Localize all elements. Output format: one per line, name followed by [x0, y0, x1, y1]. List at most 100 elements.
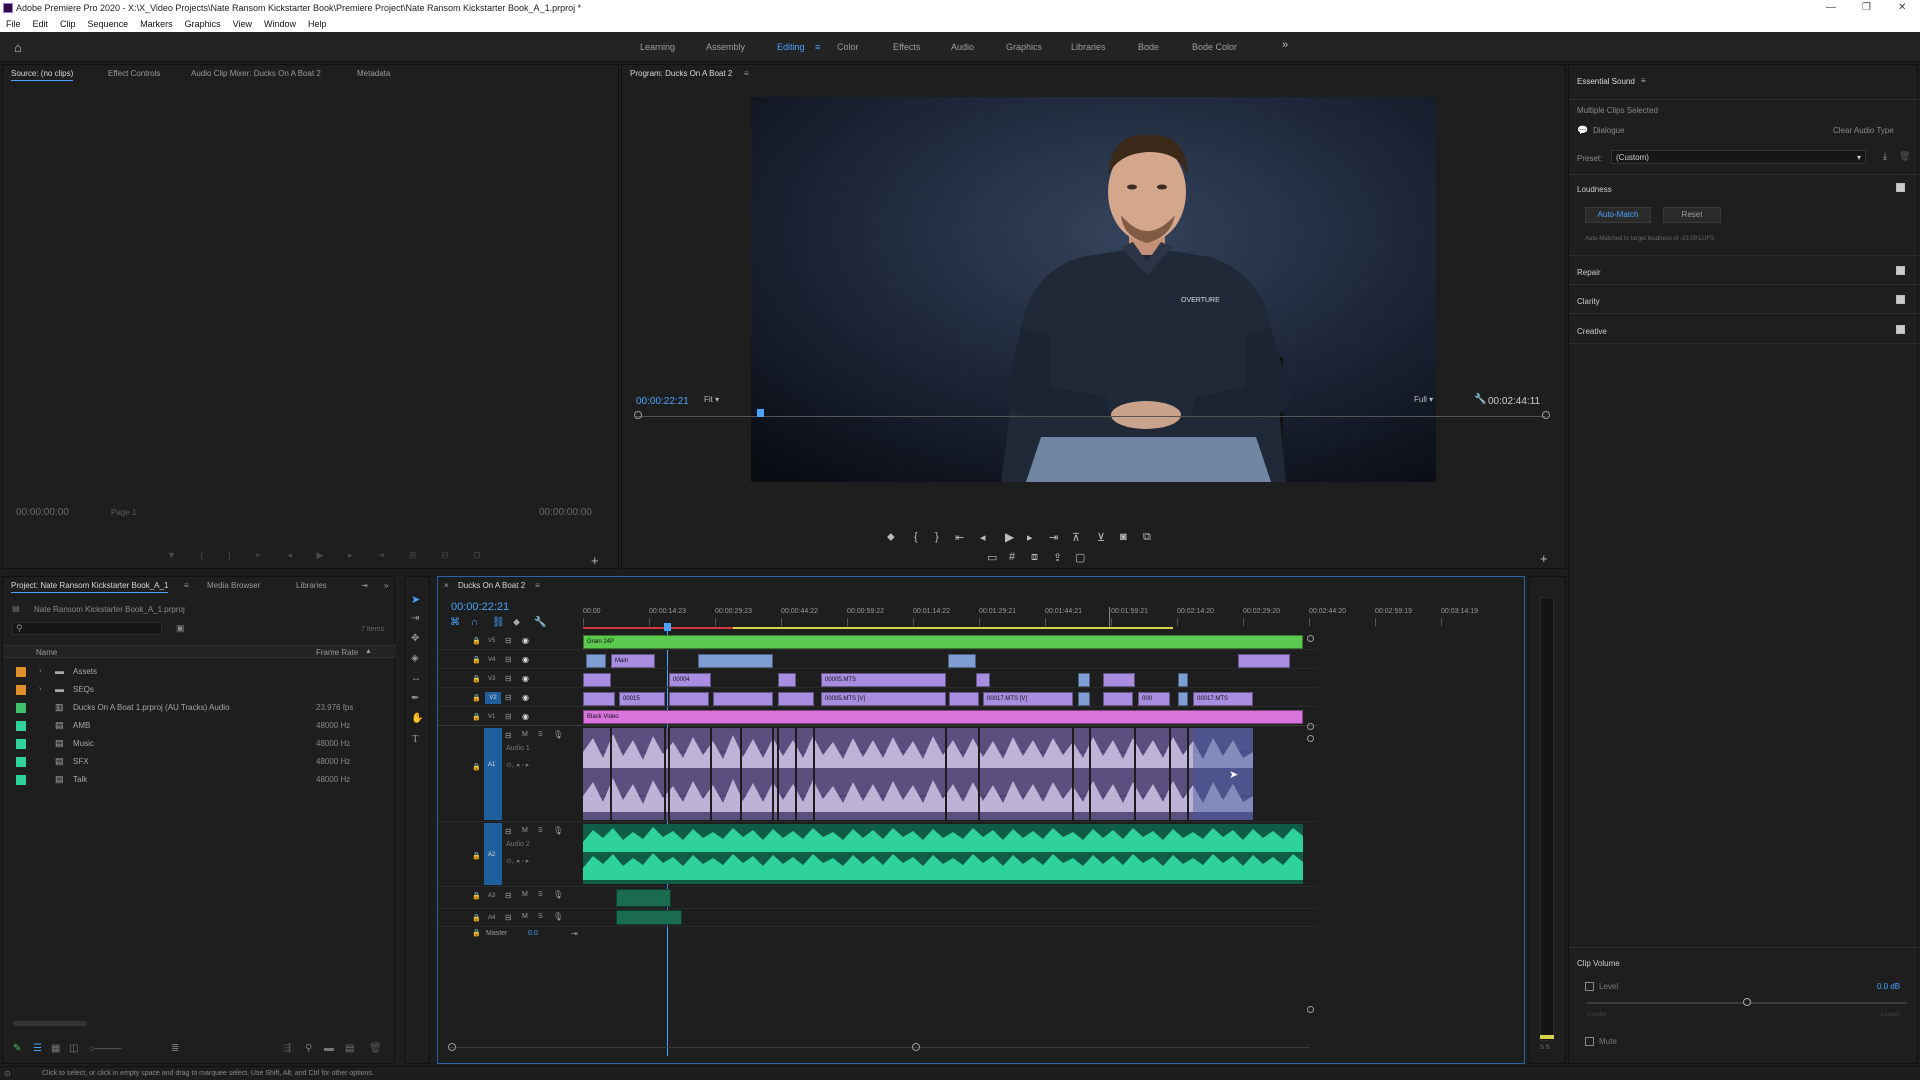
- workspace-bode-color[interactable]: Bode Color: [1192, 42, 1237, 52]
- clip-v2-f[interactable]: [1078, 692, 1090, 706]
- pen-tool-icon[interactable]: ✒: [411, 693, 419, 704]
- workspace-effects[interactable]: Effects: [893, 42, 920, 52]
- project-item[interactable]: ▤ SFX 48000 Hz: [3, 753, 396, 771]
- track-a4-label[interactable]: A4: [488, 915, 495, 921]
- hand-tool-icon[interactable]: ✋: [411, 713, 423, 724]
- menu-markers[interactable]: Markers: [134, 16, 179, 32]
- home-icon[interactable]: ⌂: [14, 40, 22, 55]
- track-select-tool-icon[interactable]: ⇥: [411, 613, 419, 624]
- timeline-h-scrollbar[interactable]: [450, 1047, 1310, 1048]
- menu-view[interactable]: View: [227, 16, 258, 32]
- tab-metadata[interactable]: Metadata: [357, 69, 390, 78]
- step-forward-icon[interactable]: ▸: [1027, 531, 1033, 544]
- slip-tool-icon[interactable]: ↔: [411, 673, 421, 684]
- workspace-audio[interactable]: Audio: [951, 42, 974, 52]
- a3-mute-button[interactable]: M: [522, 891, 528, 898]
- project-item[interactable]: › ▬ SEQs: [3, 681, 396, 699]
- export-frame-icon[interactable]: ◙: [1120, 531, 1127, 543]
- project-item[interactable]: › ▬ Assets: [3, 663, 396, 681]
- timeline-timecode[interactable]: 00:00:22:21: [451, 601, 509, 613]
- clip-main[interactable]: Main: [611, 654, 655, 668]
- panel-collapse-icon[interactable]: ⇥: [361, 581, 368, 590]
- grid-icon[interactable]: #: [1009, 551, 1015, 563]
- clip-00004[interactable]: 00004: [669, 673, 711, 687]
- label-color-swatch[interactable]: [16, 757, 26, 767]
- more-workspaces-icon[interactable]: »: [1282, 39, 1288, 51]
- program-add-button-icon[interactable]: +: [1540, 551, 1548, 566]
- v-scroll-handle-top[interactable]: [1307, 635, 1314, 642]
- clip-v4-d[interactable]: [1238, 654, 1290, 668]
- tab-program[interactable]: Program: Ducks On A Boat 2: [630, 69, 732, 80]
- find-icon[interactable]: ⚲: [305, 1043, 312, 1054]
- mute-checkbox[interactable]: [1585, 1037, 1594, 1046]
- repair-section-label[interactable]: Repair: [1577, 268, 1601, 277]
- minimize-icon[interactable]: —: [1826, 0, 1836, 16]
- export-icon[interactable]: ⇪: [1053, 551, 1062, 564]
- a1-sync-icon[interactable]: ⊟: [505, 731, 512, 740]
- tab-effect-controls[interactable]: Effect Controls: [108, 69, 160, 78]
- label-color-swatch[interactable]: [16, 739, 26, 749]
- loudness-checkbox[interactable]: [1896, 183, 1905, 192]
- clip-black-video[interactable]: Black Video: [583, 710, 1303, 724]
- sync-lock-v5-icon[interactable]: ⊟: [505, 636, 512, 645]
- clarity-section-label[interactable]: Clarity: [1577, 297, 1600, 306]
- workspace-learning[interactable]: Learning: [640, 42, 675, 52]
- h-scroll-handle-right[interactable]: [912, 1043, 920, 1051]
- master-go-to-end-icon[interactable]: ⇥: [571, 929, 578, 938]
- new-bin-from-search-icon[interactable]: ▣: [176, 623, 185, 634]
- track-v5-label[interactable]: V5: [488, 638, 495, 644]
- label-color-swatch[interactable]: [16, 721, 26, 731]
- column-name[interactable]: Name: [36, 648, 57, 657]
- clip-v2-b[interactable]: [669, 692, 709, 706]
- a4-audio-clip[interactable]: [616, 910, 682, 925]
- zoom-slider-icon[interactable]: ○———: [89, 1043, 121, 1053]
- auto-match-button[interactable]: Auto-Match: [1585, 207, 1651, 223]
- tab-audio-clip-mixer[interactable]: Audio Clip Mixer: Ducks On A Boat 2: [191, 69, 321, 78]
- comment-icon[interactable]: ▢: [1075, 551, 1085, 564]
- write-protect-icon[interactable]: ✎: [13, 1043, 21, 1054]
- program-video-frame[interactable]: OVERTURE: [751, 97, 1436, 482]
- disclosure-triangle-icon[interactable]: ›: [39, 684, 42, 693]
- toggle-output-v1-icon[interactable]: ◉: [522, 712, 529, 721]
- toggle-output-v3-icon[interactable]: ◉: [522, 674, 529, 683]
- label-color-swatch[interactable]: [16, 703, 26, 713]
- workspace-graphics[interactable]: Graphics: [1006, 42, 1042, 52]
- clip-v3-d[interactable]: [1078, 673, 1090, 687]
- program-scrubber-track[interactable]: [636, 416, 1546, 417]
- menu-edit[interactable]: Edit: [27, 16, 55, 32]
- project-search-input[interactable]: ⚲: [12, 622, 162, 635]
- type-tool-icon[interactable]: T: [412, 733, 419, 745]
- zoom-fit-dropdown[interactable]: Fit ▾: [704, 395, 744, 407]
- a2-voiceover-icon[interactable]: 🎙: [553, 826, 563, 835]
- wrench-icon[interactable]: 🔧: [1474, 394, 1486, 405]
- sort-ascending-icon[interactable]: ▲: [365, 648, 372, 655]
- comparison-view-icon[interactable]: ⧉: [1143, 531, 1151, 544]
- add-marker-icon[interactable]: ⬥: [887, 531, 895, 544]
- project-item[interactable]: ▥ Ducks On A Boat 1.prproj (AU Tracks) Au…: [3, 699, 396, 717]
- preset-dropdown[interactable]: (Custom) ▾: [1611, 150, 1866, 164]
- clear-audio-type-button[interactable]: Clear Audio Type: [1833, 126, 1894, 135]
- toggle-output-v5-icon[interactable]: ◉: [522, 636, 529, 645]
- clip-v4-b[interactable]: [698, 654, 773, 668]
- clip-v3-e[interactable]: [1103, 673, 1135, 687]
- toggle-output-v2-icon[interactable]: ◉: [522, 693, 529, 702]
- source-transport-controls[interactable]: ▼ { } ⇤ ◂ ▶ ▸ ⇥ ⊞ ⊟ ⊡: [167, 550, 481, 562]
- a1-mute-button[interactable]: M: [522, 731, 528, 738]
- sync-lock-v3-icon[interactable]: ⊟: [505, 674, 512, 683]
- clip-v2-d[interactable]: [778, 692, 814, 706]
- program-menu-icon[interactable]: ≡: [744, 69, 749, 78]
- toggle-output-v4-icon[interactable]: ◉: [522, 655, 529, 664]
- a-scroll-handle-bottom[interactable]: [1307, 1006, 1314, 1013]
- vr-video-icon[interactable]: ⧈: [1031, 551, 1038, 564]
- go-to-out-icon[interactable]: ⇥: [1049, 531, 1058, 544]
- clip-00005-mts[interactable]: 00005.MTS: [821, 673, 946, 687]
- level-checkbox[interactable]: [1585, 982, 1594, 991]
- a2-audio-clip[interactable]: [583, 824, 1303, 884]
- project-item[interactable]: ▤ AMB 48000 Hz: [3, 717, 396, 735]
- timeline-close-icon[interactable]: ×: [444, 581, 449, 590]
- menu-file[interactable]: File: [0, 16, 27, 32]
- clarity-checkbox[interactable]: [1896, 295, 1905, 304]
- close-icon[interactable]: ✕: [1898, 0, 1906, 16]
- workspace-menu-icon[interactable]: ≡: [815, 42, 820, 52]
- clip-grain-24p[interactable]: Grain 24P: [583, 635, 1303, 649]
